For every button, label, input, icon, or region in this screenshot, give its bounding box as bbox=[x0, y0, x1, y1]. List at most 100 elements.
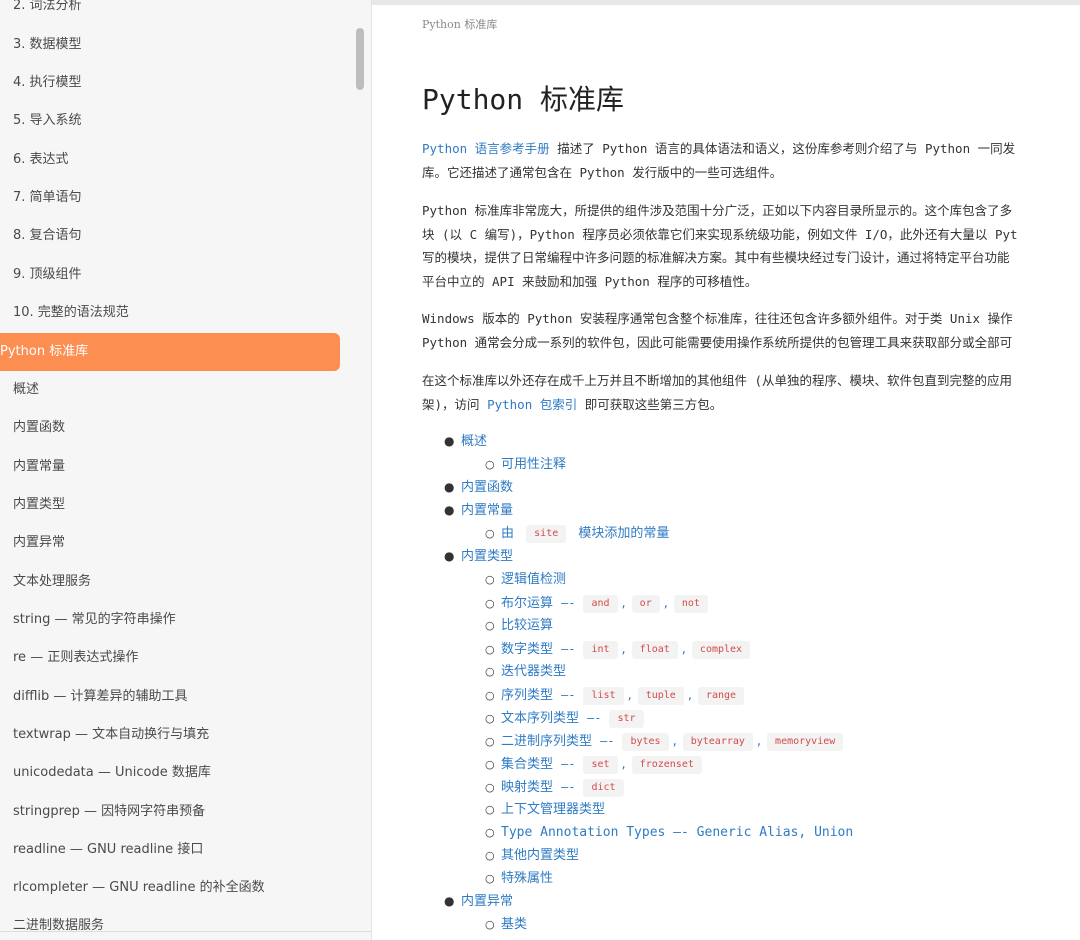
code-tag[interactable]: bytearray bbox=[682, 732, 753, 751]
sidebar-item-builtin-functions[interactable]: 内置函数 bbox=[0, 409, 340, 447]
code-tag[interactable]: not bbox=[673, 594, 708, 613]
code-tag[interactable]: range bbox=[697, 686, 745, 705]
toc-link-numeric[interactable]: 数字类型 bbox=[501, 642, 553, 657]
code-tag[interactable]: int bbox=[583, 640, 618, 659]
sidebar-item-simple-statements[interactable]: 7. 简单语句 bbox=[0, 179, 340, 217]
sidebar-item-readline[interactable]: readline — GNU readline 接口 bbox=[0, 831, 340, 869]
paragraph-line: 写的模块，提供了日常编程中许多问题的标准解决方案。其中有些模块经过专门设计，通过… bbox=[422, 250, 1010, 265]
toc-link-builtin-types[interactable]: 内置类型 bbox=[461, 549, 513, 564]
paragraph-line: 平台中立的 API 来鼓励和加强 Python 程序的可移植性。 bbox=[422, 273, 758, 289]
toc-link-builtin-functions[interactable]: 内置函数 bbox=[461, 480, 513, 495]
toc-link-other-builtin[interactable]: 其他内置类型 bbox=[501, 848, 579, 863]
toc-link-context-manager[interactable]: 上下文管理器类型 bbox=[501, 802, 605, 817]
toc-link-text-sequence[interactable]: 文本序列类型 bbox=[501, 711, 579, 726]
toc-item: ○ 其他内置类型 bbox=[485, 844, 579, 867]
sidebar-item-execution-model[interactable]: 4. 执行模型 bbox=[0, 64, 340, 102]
code-tag[interactable]: memoryview bbox=[767, 732, 844, 751]
toc-link-builtin-constants[interactable]: 内置常量 bbox=[461, 503, 513, 518]
sidebar-item-import-system[interactable]: 5. 导入系统 bbox=[0, 102, 340, 140]
sidebar: 2. 词法分析 3. 数据模型 4. 执行模型 5. 导入系统 6. 表达式 7… bbox=[0, 0, 372, 940]
toc-link-builtin-exceptions[interactable]: 内置异常 bbox=[461, 894, 513, 909]
toc-link-overview[interactable]: 概述 bbox=[461, 434, 487, 449]
language-reference-link[interactable]: Python 语言参考手册 bbox=[422, 141, 550, 156]
hollow-bullet-icon: ○ bbox=[485, 527, 495, 540]
sidebar-scrollbar-thumb[interactable] bbox=[356, 28, 364, 90]
sidebar-item-textwrap[interactable]: textwrap — 文本自动换行与填充 bbox=[0, 716, 340, 754]
comma: , bbox=[627, 688, 632, 703]
sidebar-item-re[interactable]: re — 正则表达式操作 bbox=[0, 639, 340, 677]
toc-item: ○ 基类 bbox=[485, 913, 527, 936]
hollow-bullet-icon: ○ bbox=[485, 735, 495, 748]
sidebar-item-top-level-components[interactable]: 9. 顶级组件 bbox=[0, 256, 340, 294]
code-tag[interactable]: float bbox=[631, 640, 678, 659]
sidebar-item-builtin-exceptions[interactable]: 内置异常 bbox=[0, 524, 340, 562]
comma: , bbox=[687, 688, 692, 703]
sidebar-item-string[interactable]: string — 常见的字符串操作 bbox=[0, 601, 340, 639]
sidebar-item-full-grammar[interactable]: 10. 完整的语法规范 bbox=[0, 294, 340, 332]
sidebar-item-python-stdlib[interactable]: Python 标准库 bbox=[0, 333, 340, 371]
code-tag[interactable]: set bbox=[583, 755, 618, 774]
toc-item: ○ 二进制序列类型 —- bytes, bytearray, memoryview bbox=[485, 730, 844, 753]
code-tag[interactable]: tuple bbox=[637, 686, 684, 705]
sidebar-item-intro[interactable]: 概述 bbox=[0, 371, 340, 409]
hollow-bullet-icon: ○ bbox=[485, 849, 495, 862]
toc-item: ○ 数字类型 —- int, float, complex bbox=[485, 638, 751, 661]
toc-item: ○ 上下文管理器类型 bbox=[485, 798, 605, 821]
sidebar-item-compound-statements[interactable]: 8. 复合语句 bbox=[0, 217, 340, 255]
toc-item: ○ Type Annotation Types —- Generic Alias,… bbox=[485, 821, 853, 844]
code-tag[interactable]: bytes bbox=[622, 732, 669, 751]
sidebar-item-rlcompleter[interactable]: rlcompleter — GNU readline 的补全函数 bbox=[0, 869, 340, 907]
sidebar-item-binary-data[interactable]: 二进制数据服务 bbox=[0, 907, 340, 940]
sidebar-item-difflib[interactable]: difflib — 计算差异的辅助工具 bbox=[0, 678, 340, 716]
code-tag[interactable]: list bbox=[583, 686, 624, 705]
toc-link-truth[interactable]: 逻辑值检测 bbox=[501, 572, 566, 587]
toc-item: ○ 由 site 模块添加的常量 bbox=[485, 522, 669, 545]
toc-link-availability[interactable]: 可用性注释 bbox=[501, 457, 566, 472]
code-tag[interactable]: and bbox=[583, 594, 618, 613]
comma: , bbox=[621, 757, 626, 772]
toc-link-binary-sequence[interactable]: 二进制序列类型 bbox=[501, 734, 592, 749]
toc-link-iterator[interactable]: 迭代器类型 bbox=[501, 664, 566, 679]
toc-link-base-classes[interactable]: 基类 bbox=[501, 917, 527, 932]
pypi-link[interactable]: Python 包索引 bbox=[487, 397, 577, 412]
intro-paragraph: Python 语言参考手册 描述了 Python 语言的具体语法和语义，这份库参… bbox=[422, 137, 1080, 184]
code-tag[interactable]: complex bbox=[691, 640, 751, 659]
hollow-bullet-icon: ○ bbox=[485, 597, 495, 610]
breadcrumb[interactable]: Python 标准库 bbox=[422, 16, 497, 32]
code-tag[interactable]: or bbox=[631, 594, 660, 613]
sidebar-item-stringprep[interactable]: stringprep — 因特网字符串预备 bbox=[0, 793, 340, 831]
toc-item: ● 内置类型 bbox=[444, 545, 513, 568]
sidebar-divider bbox=[0, 931, 371, 932]
toc-link-sequence[interactable]: 序列类型 bbox=[501, 688, 553, 703]
sidebar-item-builtin-constants[interactable]: 内置常量 bbox=[0, 448, 340, 486]
hollow-bullet-icon: ○ bbox=[485, 458, 495, 471]
comma: , bbox=[672, 734, 677, 749]
toc-link-mapping[interactable]: 映射类型 bbox=[501, 780, 553, 795]
code-tag: site bbox=[526, 524, 567, 543]
top-border bbox=[372, 0, 1080, 5]
sidebar-item-data-model[interactable]: 3. 数据模型 bbox=[0, 26, 340, 64]
toc-link-set-types[interactable]: 集合类型 bbox=[501, 757, 553, 772]
sidebar-item-text-processing[interactable]: 文本处理服务 bbox=[0, 563, 340, 601]
toc-link-boolean[interactable]: 布尔运算 bbox=[501, 596, 553, 611]
comma: , bbox=[663, 596, 668, 611]
hollow-bullet-icon: ○ bbox=[485, 573, 495, 586]
sidebar-item-expressions[interactable]: 6. 表达式 bbox=[0, 141, 340, 179]
toc-item: ○ 逻辑值检测 bbox=[485, 568, 566, 591]
sidebar-item-lexical-analysis[interactable]: 2. 词法分析 bbox=[0, 0, 340, 25]
toc-link-site-constants[interactable]: 由 site 模块添加的常量 bbox=[501, 524, 669, 543]
stdlib-description-paragraph: Python 标准库非常庞大，所提供的组件涉及范围十分广泛，正如以下内容目录所显… bbox=[422, 199, 1080, 293]
code-tag[interactable]: str bbox=[609, 709, 644, 728]
code-tag[interactable]: dict bbox=[583, 778, 624, 797]
toc-link-type-annotation[interactable]: Type Annotation Types —- Generic Alias, … bbox=[501, 825, 853, 840]
sidebar-item-unicodedata[interactable]: unicodedata — Unicode 数据库 bbox=[0, 754, 340, 792]
bullet-icon: ● bbox=[444, 480, 455, 494]
toc-item: ● 内置常量 bbox=[444, 499, 513, 522]
code-tag[interactable]: frozenset bbox=[631, 755, 702, 774]
toc-link-special-attrs[interactable]: 特殊属性 bbox=[501, 871, 553, 886]
toc-link-comparisons[interactable]: 比较运算 bbox=[501, 618, 553, 633]
toc-separator: —- bbox=[561, 757, 576, 771]
bullet-icon: ● bbox=[444, 503, 455, 517]
sidebar-item-builtin-types[interactable]: 内置类型 bbox=[0, 486, 340, 524]
toc-item: ○ 映射类型 —- dict bbox=[485, 776, 624, 799]
